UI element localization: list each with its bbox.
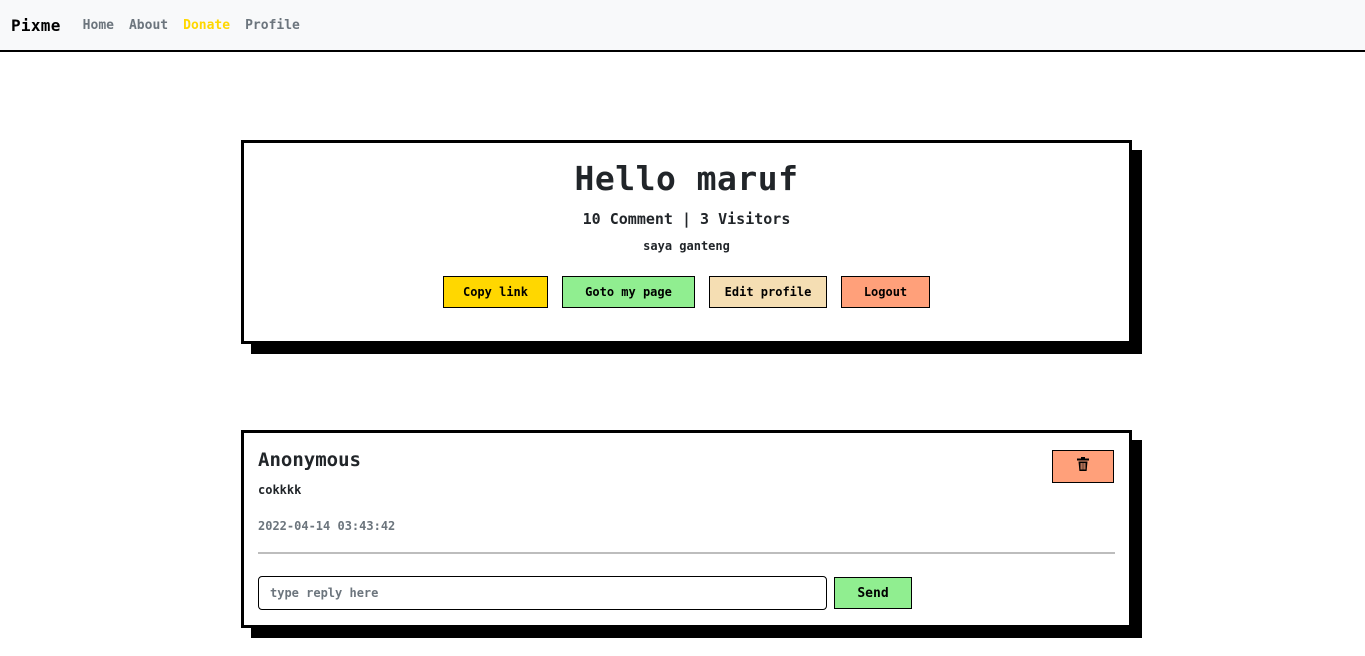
comment-timestamp: 2022-04-14 03:43:42 xyxy=(258,519,396,533)
nav-link-donate[interactable]: Donate xyxy=(183,18,230,33)
comment-card: Anonymous cokkkk 2022-04-14 03:43:42 Sen… xyxy=(241,430,1132,628)
delete-comment-button[interactable] xyxy=(1052,450,1114,483)
logout-button[interactable]: Logout xyxy=(841,276,930,308)
profile-greeting: Hello maruf xyxy=(574,159,799,198)
send-reply-button[interactable]: Send xyxy=(834,577,912,609)
reply-input[interactable] xyxy=(258,576,827,610)
copy-link-button[interactable]: Copy link xyxy=(443,276,548,308)
nav-link-home[interactable]: Home xyxy=(83,18,114,33)
brand-logo[interactable]: Pixme xyxy=(11,16,61,35)
profile-stats: 10 Comment | 3 Visitors xyxy=(582,210,791,228)
nav-link-about[interactable]: About xyxy=(129,18,168,33)
trash-icon xyxy=(1077,457,1089,471)
profile-actions: Copy link Goto my page Edit profile Logo… xyxy=(244,276,1129,308)
profile-card: Hello maruf 10 Comment | 3 Visitors saya… xyxy=(241,140,1132,344)
edit-profile-button[interactable]: Edit profile xyxy=(709,276,827,308)
navbar: Pixme Home About Donate Profile xyxy=(0,0,1365,52)
comment-text: cokkkk xyxy=(258,483,302,497)
comment-author: Anonymous xyxy=(258,449,361,471)
goto-my-page-button[interactable]: Goto my page xyxy=(562,276,695,308)
reply-row: Send xyxy=(258,576,1115,610)
nav-link-profile[interactable]: Profile xyxy=(245,18,300,33)
comment-divider xyxy=(258,552,1115,554)
profile-bio: saya ganteng xyxy=(643,239,730,253)
